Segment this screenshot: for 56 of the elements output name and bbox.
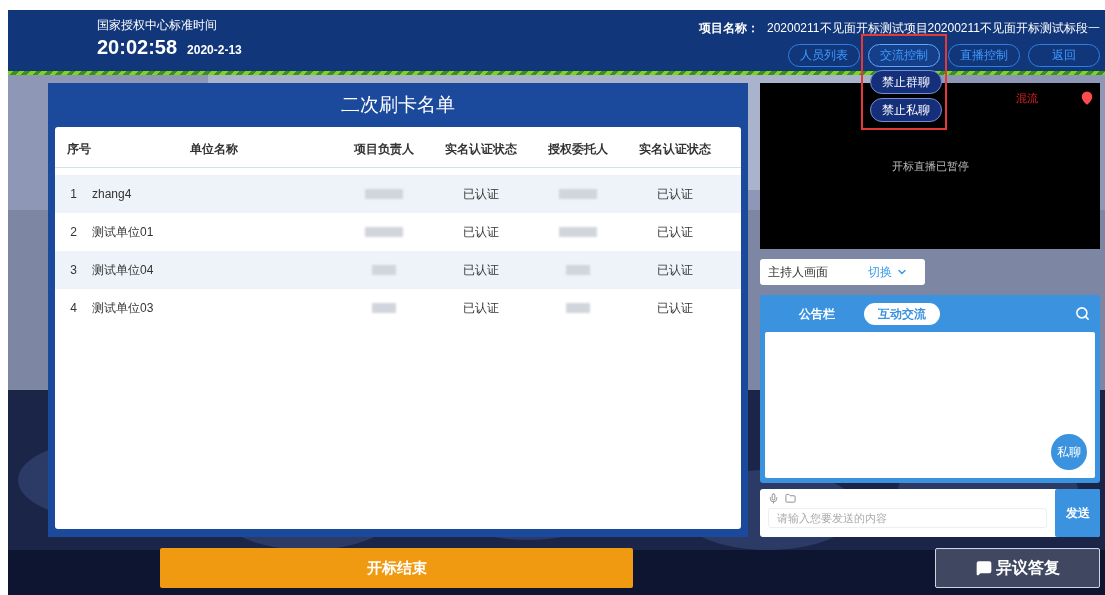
blurred-name — [364, 189, 403, 199]
row-number: 4 — [69, 300, 78, 317]
auth-status: 已认证 — [461, 224, 500, 241]
unit-name: 测试单位03 — [92, 300, 155, 317]
panel-title: 二次刷卡名单 — [340, 92, 456, 117]
auth-status: 已认证 — [461, 300, 500, 317]
message-input[interactable]: 请输入您要发送的内容 — [768, 508, 1047, 528]
row-number: 2 — [69, 224, 78, 241]
chat-tab[interactable]: 公告栏 — [785, 302, 849, 325]
chat-bubble-icon — [975, 560, 992, 576]
column-header: 项目负责人 — [352, 141, 415, 158]
auth-status: 已认证 — [461, 186, 500, 203]
clock-date: 2020-2-13 — [187, 42, 242, 59]
blurred-name — [558, 227, 597, 237]
chat-tab[interactable]: 互动交流 — [864, 302, 940, 325]
unit-name: 测试单位01 — [92, 224, 155, 241]
row-number: 3 — [69, 262, 78, 279]
blurred-name — [558, 189, 597, 199]
blurred-name — [364, 227, 403, 237]
mix-label: 混流 — [1016, 91, 1038, 106]
video-status: 开标直播已暂停 — [891, 158, 969, 174]
clock-time: 20:02:58 — [97, 35, 178, 59]
blurred-name — [565, 303, 590, 313]
clock-label: 国家授权中心标准时间 — [97, 18, 218, 32]
blurred-name — [565, 265, 590, 275]
objection-button[interactable]: 异议答复 — [935, 548, 1100, 588]
project-label: 项目名称： — [699, 20, 759, 36]
auth-status: 已认证 — [655, 300, 694, 317]
view-label: 主持人画面 — [768, 264, 829, 281]
unit-name: 测试单位04 — [92, 262, 155, 279]
microphone-icon[interactable] — [768, 493, 779, 504]
switch-label: 切换 — [868, 264, 892, 281]
blurred-name — [371, 265, 396, 275]
column-header: 序号 — [66, 141, 92, 158]
menu-item[interactable]: 禁止私聊 — [870, 98, 942, 122]
row-number: 1 — [69, 186, 78, 203]
column-header: 实名认证状态 — [637, 141, 712, 158]
auth-status: 已认证 — [655, 224, 694, 241]
auth-status: 已认证 — [461, 262, 500, 279]
unit-name: zhang4 — [92, 186, 133, 203]
finish-button[interactable]: 开标结束 — [160, 548, 633, 588]
folder-icon[interactable] — [785, 493, 796, 504]
blurred-name — [371, 303, 396, 313]
send-button[interactable]: 发送 — [1055, 489, 1100, 537]
column-header: 单位名称 — [189, 141, 239, 158]
column-header: 授权委托人 — [546, 141, 609, 158]
project-name: 20200211不见面开标测试项目20200211不见面开标测试标段一 — [767, 20, 1100, 36]
nav-button[interactable]: 交流控制 — [868, 43, 940, 67]
auth-status: 已认证 — [655, 262, 694, 279]
search-icon[interactable] — [1075, 306, 1090, 321]
menu-item[interactable]: 禁止群聊 — [870, 70, 942, 94]
auth-status: 已认证 — [655, 186, 694, 203]
column-header: 实名认证状态 — [443, 141, 518, 158]
private-chat-button[interactable]: 私聊 — [1051, 434, 1087, 470]
pin-icon — [1080, 91, 1094, 105]
view-selector[interactable]: 主持人画面 切换 — [760, 259, 925, 285]
